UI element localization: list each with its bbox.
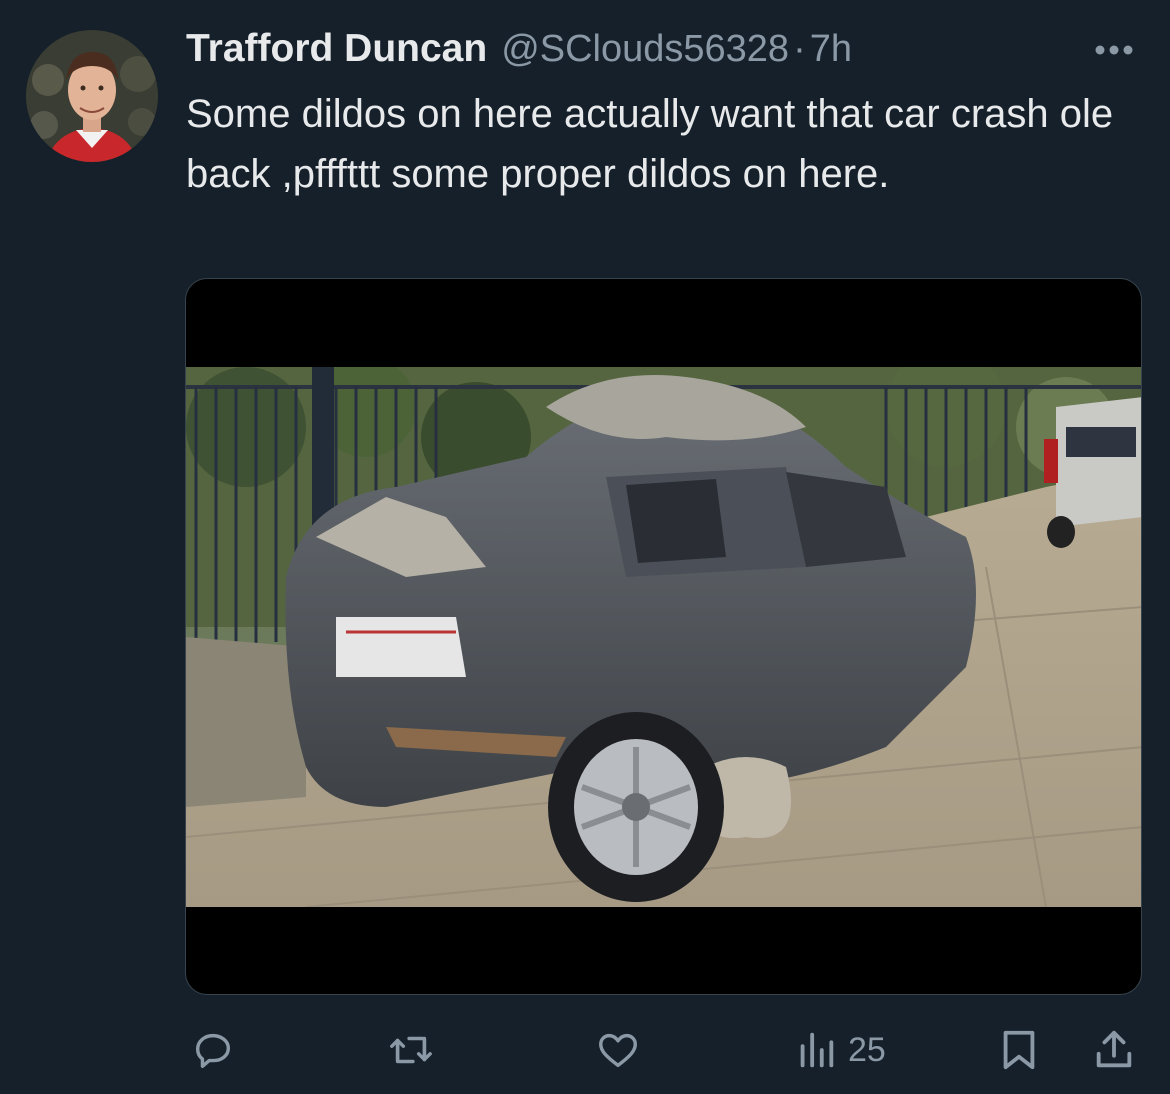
views-count: 25: [848, 1030, 886, 1069]
avatar-photo: [26, 30, 158, 162]
retweet-button[interactable]: [386, 1026, 436, 1074]
reply-icon: [195, 1033, 231, 1069]
reply-button[interactable]: [190, 1026, 236, 1074]
separator-dot: ·: [793, 27, 806, 70]
more-horizontal-icon: [1095, 45, 1133, 55]
bookmark-button[interactable]: [998, 1026, 1040, 1074]
tweet-timestamp[interactable]: 7h: [810, 28, 852, 71]
tweet-media[interactable]: [185, 278, 1142, 995]
views-icon: [800, 1032, 834, 1068]
views-button[interactable]: 25: [796, 1026, 886, 1074]
bookmark-icon: [1003, 1030, 1035, 1070]
heart-icon: [599, 1033, 637, 1068]
author-handle[interactable]: @SClouds56328: [501, 28, 789, 71]
like-button[interactable]: [594, 1026, 642, 1074]
share-button[interactable]: [1092, 1026, 1136, 1074]
tweet-actions: 25: [0, 1020, 1170, 1080]
tweet-header: Trafford Duncan @SClouds56328 · 7h: [186, 24, 1130, 74]
retweet-icon: [390, 1036, 432, 1064]
author-name[interactable]: Trafford Duncan: [186, 27, 487, 71]
car-crash-photo: [186, 367, 1141, 907]
share-icon: [1096, 1030, 1132, 1068]
more-options-button[interactable]: [1090, 30, 1138, 70]
author-avatar[interactable]: [26, 30, 158, 162]
tweet-text: Some dildos on here actually want that c…: [186, 92, 1125, 196]
